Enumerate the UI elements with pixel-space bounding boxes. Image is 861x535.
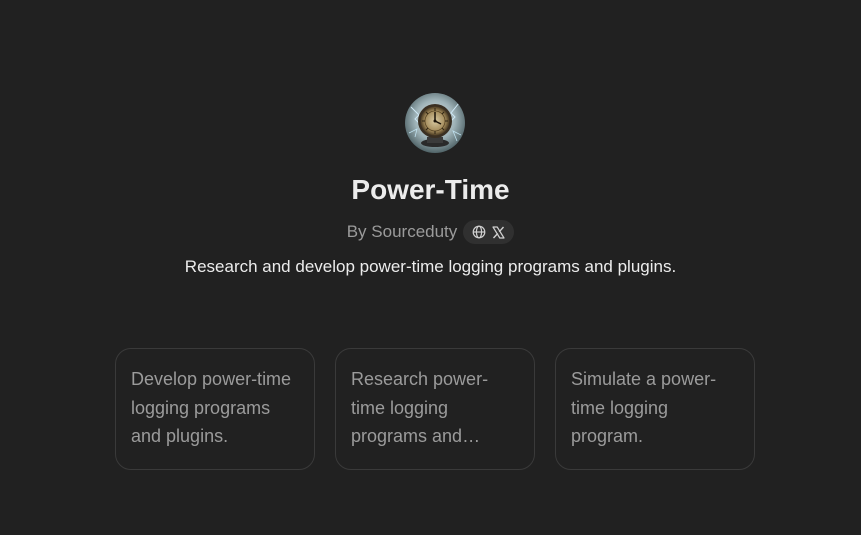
globe-icon: [472, 225, 486, 239]
social-links: [463, 220, 515, 244]
gpt-description: Research and develop power-time logging …: [184, 257, 677, 276]
starter-card-label: Develop power-time logging programs and …: [131, 369, 292, 446]
starter-card-label: Simulate a power-time logging program.: [571, 369, 717, 446]
gpt-avatar: [405, 93, 465, 153]
starter-card[interactable]: Develop power-time logging programs and …: [115, 348, 315, 470]
author-label: By Sourceduty: [346, 222, 458, 241]
starter-card[interactable]: Simulate a power-time logging program.: [555, 348, 755, 470]
x-profile-link[interactable]: [492, 225, 505, 239]
website-link[interactable]: [472, 225, 486, 239]
starter-card-label: Research power-time logging programs and…: [351, 369, 489, 446]
gpt-landing-page: Power-Time By Sourceduty Research and de…: [0, 0, 861, 535]
gpt-byline: By Sourceduty: [0, 219, 861, 245]
clock-avatar-icon: [405, 93, 465, 153]
starter-card[interactable]: Research power-time logging programs and…: [335, 348, 535, 470]
conversation-starters: Develop power-time logging programs and …: [115, 348, 755, 470]
gpt-title: Power-Time: [351, 174, 510, 205]
x-logo-icon: [492, 225, 505, 239]
